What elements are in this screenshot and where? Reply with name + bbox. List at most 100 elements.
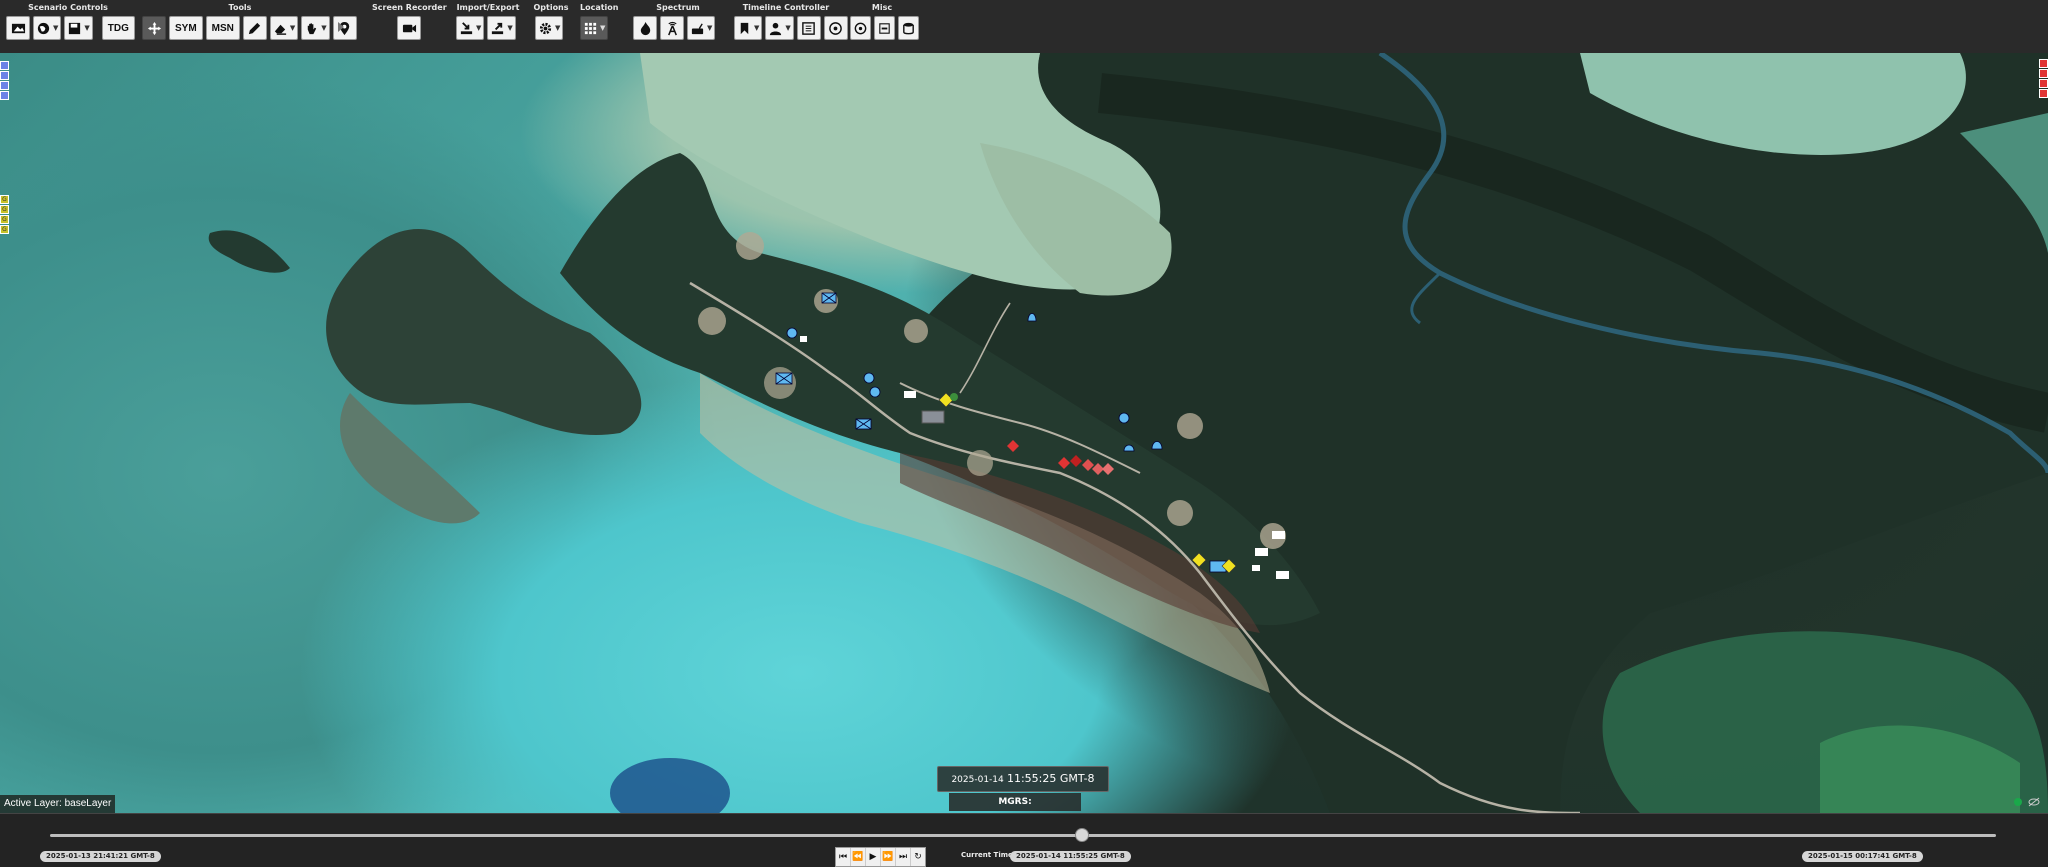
- neutral-unit-symbol[interactable]: [1255, 548, 1268, 556]
- left-blue-panel-tabs[interactable]: [0, 61, 9, 100]
- neutral-unit-symbol[interactable]: [800, 336, 807, 342]
- neutral-unit-symbol[interactable]: [1272, 531, 1285, 539]
- neutral-unit-symbol[interactable]: [1252, 565, 1260, 571]
- globe-icon: [37, 22, 50, 34]
- group-label: Tools: [228, 3, 252, 12]
- misc-circle-button[interactable]: [850, 16, 871, 40]
- hostile-unit-symbol[interactable]: [1102, 463, 1114, 475]
- left-yellow-panel-tabs[interactable]: G G G G: [0, 195, 9, 234]
- group-label: Timeline Controller: [742, 3, 830, 12]
- friendly-unit-symbol[interactable]: [1027, 313, 1037, 322]
- timeline-start-time: 2025-01-13 21:41:21 GMT-8: [40, 851, 161, 862]
- current-time-display: 2025-01-14 11:55:25 GMT-8: [937, 766, 1109, 792]
- red-tab[interactable]: [2039, 59, 2048, 68]
- friendly-unit-symbol[interactable]: [863, 372, 875, 384]
- friendly-unit-symbol[interactable]: [821, 292, 837, 304]
- image-button[interactable]: [6, 16, 30, 40]
- step-forward-button[interactable]: ⏩: [881, 848, 896, 866]
- yellow-tab[interactable]: G: [0, 195, 9, 204]
- timeline-track[interactable]: [50, 834, 1996, 837]
- image-icon: [11, 23, 25, 33]
- friendly-unit-symbol[interactable]: [1123, 444, 1135, 452]
- globe-button[interactable]: ▼: [33, 16, 62, 40]
- grid-button[interactable]: ▼: [580, 16, 609, 40]
- target-icon: [829, 21, 843, 35]
- blue-tab[interactable]: [0, 91, 9, 100]
- misc-minus-button[interactable]: [874, 16, 895, 40]
- unknown-unit-symbol[interactable]: [1191, 552, 1207, 568]
- hostile-unit-symbol[interactable]: [1082, 459, 1094, 471]
- hand-icon: [308, 22, 317, 34]
- yellow-tab[interactable]: G: [0, 225, 9, 234]
- blue-tab[interactable]: [0, 81, 9, 90]
- red-tab[interactable]: [2039, 69, 2048, 78]
- export-icon: [492, 22, 504, 34]
- blue-tab[interactable]: [0, 71, 9, 80]
- satellite-map[interactable]: G G G G: [0, 53, 2048, 813]
- list-button[interactable]: [796, 16, 821, 40]
- red-tab[interactable]: [2039, 79, 2048, 88]
- friendly-unit-symbol[interactable]: [855, 418, 872, 430]
- video-camera-icon: [402, 24, 416, 32]
- neutral-unit-symbol[interactable]: [904, 391, 916, 398]
- eraser-icon: [274, 24, 287, 35]
- record-button[interactable]: [397, 16, 421, 40]
- hostile-unit-symbol[interactable]: [1058, 457, 1070, 469]
- bookmark-button[interactable]: ▼: [734, 16, 763, 40]
- reset-button[interactable]: ↻: [911, 848, 925, 866]
- friendly-unit-symbol[interactable]: [1151, 441, 1163, 450]
- caret-down-icon: ▼: [555, 24, 561, 32]
- database-icon: [903, 22, 914, 34]
- group-timeline-controller: Timeline Controller ▼ ▼: [734, 0, 848, 53]
- group-import-export: Import/Export ▼ ▼: [456, 0, 520, 53]
- hostile-unit-symbol[interactable]: [1007, 440, 1019, 452]
- user-button[interactable]: ▼: [765, 16, 794, 40]
- timeline-slider-thumb[interactable]: [1075, 828, 1090, 842]
- eye-slash-icon[interactable]: [2028, 797, 2040, 807]
- marker-button[interactable]: [332, 16, 357, 40]
- right-red-panel-tabs[interactable]: [2039, 59, 2048, 98]
- sym-button[interactable]: SYM: [169, 16, 203, 40]
- spectrum-antenna-button[interactable]: [660, 16, 684, 40]
- move-button[interactable]: [142, 16, 166, 40]
- hostile-unit-symbol[interactable]: [1070, 455, 1082, 467]
- step-back-button[interactable]: ⏪: [851, 848, 866, 866]
- toolbar-expand-arrow-icon[interactable]: [338, 22, 344, 32]
- spectrum-radio-button[interactable]: ▼: [687, 16, 716, 40]
- timeline-end-time: 2025-01-15 00:17:41 GMT-8: [1802, 851, 1923, 862]
- red-tab[interactable]: [2039, 89, 2048, 98]
- unknown-unit-symbol[interactable]: [950, 393, 958, 401]
- misc-database-button[interactable]: [898, 16, 919, 40]
- play-button[interactable]: ▶: [866, 848, 881, 866]
- spectrum-fire-button[interactable]: [633, 16, 657, 40]
- hand-button[interactable]: ▼: [301, 16, 330, 40]
- import-button[interactable]: ▼: [456, 16, 485, 40]
- pencil-button[interactable]: [242, 16, 267, 40]
- blue-tab[interactable]: [0, 61, 9, 70]
- circle-dot-icon: [854, 22, 867, 34]
- skip-to-end-button[interactable]: ⏭: [896, 848, 911, 866]
- eraser-button[interactable]: ▼: [269, 16, 299, 40]
- antenna-tower-icon: [667, 21, 677, 35]
- yellow-tab[interactable]: G: [0, 215, 9, 224]
- caret-down-icon: ▼: [507, 24, 513, 32]
- save-button[interactable]: ▼: [64, 16, 93, 40]
- caret-down-icon: ▼: [600, 24, 606, 32]
- friendly-unit-symbol[interactable]: [775, 372, 793, 385]
- yellow-tab[interactable]: G: [0, 205, 9, 214]
- friendly-unit-symbol[interactable]: [786, 327, 798, 339]
- save-icon: [69, 22, 81, 34]
- group-tools: Tools SYM MSN ▼ ▼: [142, 0, 357, 53]
- friendly-unit-symbol[interactable]: [869, 386, 881, 398]
- skip-to-start-button[interactable]: ⏮: [836, 848, 851, 866]
- settings-button[interactable]: ▼: [535, 16, 564, 40]
- caret-down-icon: ▼: [289, 24, 296, 32]
- target-button[interactable]: [823, 16, 848, 40]
- neutral-unit-symbol[interactable]: [1276, 571, 1289, 579]
- friendly-unit-symbol[interactable]: [1118, 412, 1130, 424]
- export-button[interactable]: ▼: [487, 16, 516, 40]
- group-label: Misc: [871, 3, 893, 12]
- timeline-current-time: 2025-01-14 11:55:25 GMT-8: [1010, 851, 1131, 862]
- msn-button[interactable]: MSN: [205, 16, 240, 40]
- tdg-button[interactable]: TDG: [101, 16, 135, 40]
